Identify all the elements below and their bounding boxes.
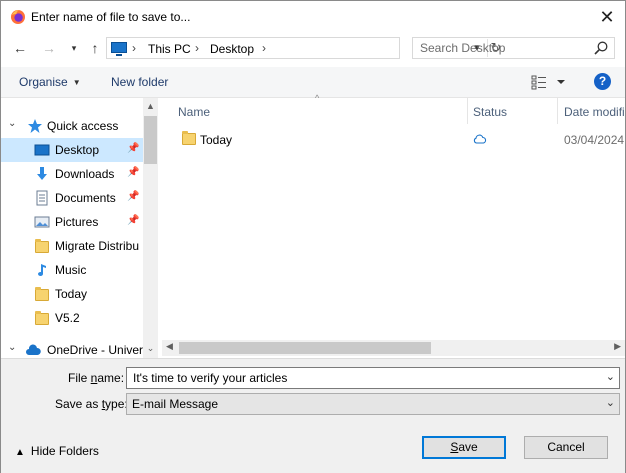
download-icon xyxy=(37,167,47,180)
sort-ascending-icon: ^ xyxy=(315,93,320,103)
help-icon[interactable]: ? xyxy=(594,73,611,90)
cloud-status-icon xyxy=(473,134,487,144)
label-part: File xyxy=(68,371,91,385)
close-button[interactable]: ✕ xyxy=(595,5,619,29)
title-bar: Enter name of file to save to... ✕ xyxy=(1,1,625,33)
window-title: Enter name of file to save to... xyxy=(31,10,191,24)
search-icon[interactable] xyxy=(593,40,609,56)
file-name-combobox[interactable]: It's time to verify your articles ⌄ xyxy=(126,367,620,389)
nav-label: Music xyxy=(55,263,87,277)
pin-icon[interactable]: 📌 xyxy=(127,215,139,226)
nav-label: Pictures xyxy=(55,215,99,229)
breadcrumb-chevron-icon[interactable]: › xyxy=(132,41,136,55)
recent-locations-chevron-icon[interactable]: ▾ xyxy=(64,38,84,58)
firefox-icon xyxy=(11,10,25,24)
column-divider[interactable] xyxy=(557,98,558,124)
hide-folders-label: Hide Folders xyxy=(30,444,99,458)
column-header-name[interactable]: Name xyxy=(178,105,210,119)
chevron-up-icon: ▲ xyxy=(15,447,25,458)
chevron-down-icon[interactable]: ⌄ xyxy=(606,396,615,409)
scroll-thumb[interactable] xyxy=(179,342,431,354)
music-icon xyxy=(38,264,46,276)
save-as-type-select[interactable]: E-mail Message ⌄ xyxy=(126,393,620,415)
chevron-down-icon[interactable]: ⌄ xyxy=(606,370,615,383)
breadcrumb-chevron-icon[interactable]: › xyxy=(195,41,199,55)
nav-item-desktop[interactable]: Desktop 📌 xyxy=(1,138,143,162)
organise-menu[interactable]: Organise ▼ xyxy=(19,75,81,89)
star-icon xyxy=(28,119,42,133)
column-divider[interactable] xyxy=(467,98,468,124)
nav-item-downloads[interactable]: Downloads 📌 xyxy=(1,162,143,186)
scroll-up-arrow-icon[interactable]: ▲ xyxy=(143,101,158,111)
folder-icon xyxy=(35,239,49,253)
nav-item-documents[interactable]: Documents 📌 xyxy=(1,186,143,210)
nav-label: Migrate Distribu xyxy=(55,239,140,253)
nav-label: V5.2 xyxy=(55,311,80,325)
button-label-part: ave xyxy=(458,440,478,454)
back-arrow-icon[interactable]: ← xyxy=(10,38,30,58)
nav-label: OneDrive - Univer xyxy=(47,343,144,357)
nav-item-v5-2[interactable]: V5.2 xyxy=(1,306,143,330)
nav-item-migrate-distribu[interactable]: Migrate Distribu xyxy=(1,234,143,258)
scroll-down-arrow-icon[interactable]: ⌄ xyxy=(143,343,158,354)
label-part: Save as xyxy=(55,397,102,411)
column-header-date-modified[interactable]: Date modifi xyxy=(564,105,625,119)
file-date-modified: 03/04/2024 xyxy=(564,133,625,147)
cancel-button[interactable]: Cancel xyxy=(524,436,608,459)
nav-label: Desktop xyxy=(55,143,100,157)
save-button[interactable]: Save xyxy=(422,436,506,459)
file-name-label: File name: xyxy=(68,371,124,385)
nav-label: Downloads xyxy=(55,167,115,181)
search-input[interactable] xyxy=(413,38,600,58)
column-header-status[interactable]: Status xyxy=(473,105,507,119)
hide-folders-toggle[interactable]: ▲ Hide Folders xyxy=(15,444,99,458)
desktop-icon xyxy=(34,144,50,156)
scroll-thumb[interactable] xyxy=(144,116,157,164)
breadcrumb-desktop[interactable]: Desktop xyxy=(210,42,254,56)
label-part: ame: xyxy=(97,371,125,385)
chevron-down-icon[interactable]: ⌄ xyxy=(8,342,16,353)
breadcrumb-this-pc[interactable]: This PC xyxy=(148,42,191,56)
caret-down-icon: ▼ xyxy=(72,78,81,87)
pin-icon[interactable]: 📌 xyxy=(127,143,139,154)
pin-icon[interactable]: 📌 xyxy=(127,167,139,178)
address-bar[interactable]: › This PC › Desktop › ▾ ↻ xyxy=(106,37,501,59)
nav-label: Quick access xyxy=(47,119,119,133)
chevron-down-icon[interactable]: ⌄ xyxy=(8,118,16,129)
nav-label: Documents xyxy=(55,191,116,205)
file-name: Today xyxy=(200,133,233,147)
organise-label: Organise xyxy=(19,75,68,89)
folder-icon xyxy=(182,131,196,145)
nav-item-quick-access[interactable]: ⌄ Quick access xyxy=(1,114,143,138)
folder-icon xyxy=(35,311,49,325)
nav-item-onedrive[interactable]: ⌄ OneDrive - Univer xyxy=(1,338,143,358)
file-row[interactable]: Today 03/04/2024 xyxy=(173,127,625,151)
nav-item-pictures[interactable]: Pictures 📌 xyxy=(1,210,143,234)
scroll-left-arrow-icon[interactable]: ◀ xyxy=(166,341,173,352)
pin-icon[interactable]: 📌 xyxy=(127,191,139,202)
label-part: ype: xyxy=(105,397,128,411)
save-as-type-label: Save as type: xyxy=(55,397,128,411)
navigation-pane: ⌄ Quick access Desktop 📌 Downloads 📌 Doc… xyxy=(1,98,158,358)
forward-arrow-icon[interactable]: → xyxy=(39,38,59,58)
nav-item-music[interactable]: Music xyxy=(1,258,143,282)
folder-icon xyxy=(35,287,49,301)
view-options-icon[interactable] xyxy=(531,74,567,90)
breadcrumb-chevron-icon[interactable]: › xyxy=(262,41,266,55)
nav-scrollbar[interactable]: ▲ ⌄ xyxy=(143,98,158,358)
nav-label: Today xyxy=(55,287,88,301)
scroll-right-arrow-icon[interactable]: ▶ xyxy=(614,341,621,352)
file-list-horizontal-scrollbar[interactable]: ◀ ▶ xyxy=(162,340,625,356)
onedrive-cloud-icon xyxy=(26,344,41,355)
save-as-type-value: E-mail Message xyxy=(132,397,219,411)
nav-item-today[interactable]: Today xyxy=(1,282,143,306)
document-icon xyxy=(36,190,48,206)
search-box[interactable] xyxy=(412,37,615,59)
pictures-icon xyxy=(34,216,50,228)
up-arrow-icon[interactable]: ↑ xyxy=(85,38,105,58)
save-dialog: Enter name of file to save to... ✕ ← → ▾… xyxy=(0,0,626,473)
this-pc-icon xyxy=(111,42,127,56)
new-folder-button[interactable]: New folder xyxy=(111,75,168,89)
file-name-input[interactable]: It's time to verify your articles xyxy=(133,371,287,385)
